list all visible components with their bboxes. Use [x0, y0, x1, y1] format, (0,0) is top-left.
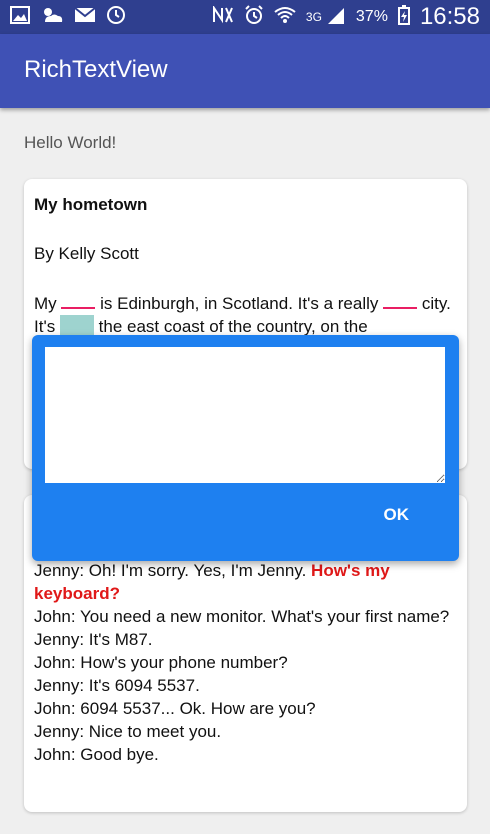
network-type-label: 3G: [305, 10, 322, 24]
dialogue-line: John: You need a new monitor. What's you…: [34, 607, 450, 626]
input-dialog: OK: [32, 335, 459, 561]
card-title: My hometown: [34, 195, 148, 214]
clock-icon: [106, 5, 126, 30]
signal-icon: [326, 6, 346, 29]
status-bar: 3G 37% 16:58: [0, 0, 490, 34]
blank-field[interactable]: [383, 291, 418, 309]
dialogue-line: John: How's your phone number?: [34, 653, 288, 672]
blank-field[interactable]: [61, 291, 96, 309]
app-title: RichTextView: [24, 56, 168, 83]
mail-icon: [74, 6, 96, 28]
dialogue-line: John: Good bye.: [34, 745, 159, 764]
dialogue-line: Jenny: It's M87.: [34, 630, 153, 649]
status-left: [10, 5, 126, 30]
app-bar: RichTextView: [0, 34, 490, 108]
weather-icon: [40, 6, 64, 29]
gallery-icon: [10, 5, 30, 29]
status-right: 3G 37% 16:58: [212, 3, 480, 31]
dialogue-text: Jenny: Oh! I'm sorry. Yes, I'm Jenny.: [34, 561, 307, 580]
ok-button[interactable]: OK: [384, 505, 410, 525]
hello-text: Hello World!: [24, 133, 117, 152]
nfc-icon: [212, 4, 234, 29]
dialog-text-input[interactable]: [45, 347, 445, 483]
battery-percent: 37%: [355, 8, 388, 25]
battery-charging-icon: [397, 4, 410, 30]
dialogue-line: Jenny: Oh! I'm sorry. Yes, I'm Jenny. Ho…: [34, 559, 457, 605]
paragraph-text: is Edinburgh, in Scotland. It's a really: [100, 294, 379, 313]
paragraph-text: My: [34, 294, 57, 313]
clock-time: 16:58: [419, 3, 480, 30]
wifi-icon: [274, 6, 296, 29]
card-byline: By Kelly Scott: [34, 244, 139, 263]
dialogue-line: Jenny: Nice to meet you.: [34, 722, 222, 741]
dialogue-line: Jenny: It's 6094 5537.: [34, 676, 200, 695]
blank-field-selected[interactable]: [59, 315, 94, 335]
dialogue-line: John: 6094 5537... Ok. How are you?: [34, 699, 316, 718]
card-paragraph: My is Edinburgh, in Scotland. It's a rea…: [34, 291, 457, 338]
paragraph-text: the east coast of the country, on the: [98, 317, 368, 336]
alarm-icon: [244, 4, 264, 30]
